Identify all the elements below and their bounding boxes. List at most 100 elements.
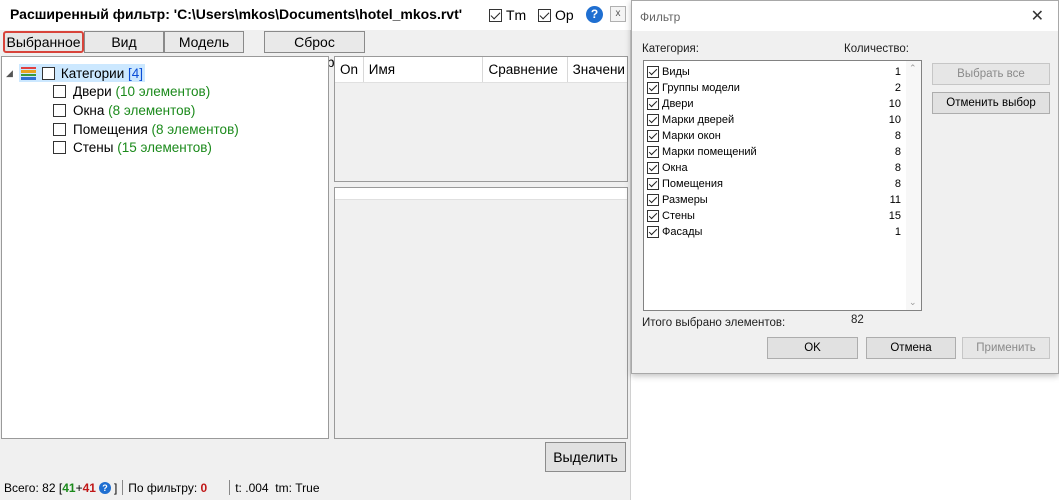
tree-item[interactable]: Помещения (8 элементов) <box>53 120 239 138</box>
list-scrollbar[interactable]: ⌃ ⌄ <box>906 61 921 310</box>
tab-view[interactable]: Вид <box>84 31 164 53</box>
tree-item-label: Помещения <box>73 121 148 137</box>
list-item-count: 8 <box>894 178 901 190</box>
filter-dialog: Фильтр ✕ Категория: Количество: Виды 1 Гр… <box>631 0 1059 374</box>
list-item-checkbox[interactable] <box>647 194 659 206</box>
tm-checkbox[interactable] <box>489 8 502 22</box>
tree-root-highlight[interactable]: Категории [4] <box>18 64 146 82</box>
list-item-count: 15 <box>888 210 901 222</box>
status-separator <box>229 480 231 495</box>
select-all-button[interactable]: Выбрать все <box>932 63 1050 85</box>
collapse-arrow-icon[interactable]: ◢ <box>6 68 13 79</box>
list-item[interactable]: Окна 8 <box>647 160 901 176</box>
list-item[interactable]: Группы модели 2 <box>647 80 901 96</box>
list-item[interactable]: Двери 10 <box>647 96 901 112</box>
ok-button[interactable]: OK <box>767 337 858 359</box>
cancel-button[interactable]: Отмена <box>866 337 956 359</box>
list-item-checkbox[interactable] <box>647 210 659 222</box>
status-time-value: .004 <box>245 480 269 495</box>
list-item-name: Стены <box>662 210 695 222</box>
tree-item-label: Двери <box>73 83 112 99</box>
list-item-checkbox[interactable] <box>647 98 659 110</box>
dialog-close-icon[interactable]: ✕ <box>1031 6 1044 26</box>
count-header: Количество: <box>844 43 909 55</box>
tree-root-checkbox[interactable] <box>41 66 55 80</box>
list-item-checkbox[interactable] <box>647 146 659 158</box>
list-item-checkbox[interactable] <box>647 162 659 174</box>
category-list[interactable]: Виды 1 Группы модели 2 Двери 10 Марки двере… <box>643 60 922 311</box>
tree-item-count: (10 элементов) <box>115 83 211 99</box>
list-item-name: Группы модели <box>662 82 740 94</box>
tree-root[interactable]: ◢ Категории [4] <box>6 64 146 82</box>
status-green-count: 41 <box>62 480 76 495</box>
tree-item-count: (8 элементов) <box>151 121 239 137</box>
tree-item-count: (8 элементов) <box>108 102 196 118</box>
status-filter-label: По фильтру: <box>128 480 198 495</box>
total-selected-value: 82 <box>851 314 864 326</box>
tree-item-checkbox[interactable] <box>53 103 66 117</box>
tree-item-label: Стены <box>73 139 114 155</box>
details-header <box>335 188 627 200</box>
grid-col-name[interactable]: Имя <box>364 57 484 82</box>
list-item[interactable]: Стены 15 <box>647 208 901 224</box>
op-checkbox[interactable] <box>538 8 551 22</box>
list-item-count: 8 <box>894 130 901 142</box>
list-item-checkbox[interactable] <box>647 82 659 94</box>
list-item[interactable]: Марки помещений 8 <box>647 144 901 160</box>
apply-button[interactable]: Применить <box>962 337 1050 359</box>
list-item-checkbox[interactable] <box>647 226 659 238</box>
tm-option[interactable]: Tm <box>489 7 526 23</box>
scroll-down-icon[interactable]: ⌄ <box>909 297 917 308</box>
list-item-checkbox[interactable] <box>647 66 659 78</box>
list-item-checkbox[interactable] <box>647 114 659 126</box>
tree-root-label: Категории <box>60 65 125 81</box>
list-item[interactable]: Марки дверей 10 <box>647 112 901 128</box>
tree-item[interactable]: Окна (8 элементов) <box>53 101 195 119</box>
status-total-label: Всего: <box>4 480 39 495</box>
tab-model[interactable]: Модель <box>164 31 244 53</box>
list-item-name: Марки окон <box>662 130 721 142</box>
category-header: Категория: <box>642 43 699 55</box>
advanced-filter-window: Расширенный фильтр: 'C:\Users\mkos\Docum… <box>0 0 631 500</box>
tree-item-checkbox[interactable] <box>53 140 66 154</box>
details-panel <box>334 187 628 439</box>
tree-item[interactable]: Стены (15 элементов) <box>53 138 212 156</box>
close-icon[interactable]: x <box>610 6 626 22</box>
list-item[interactable]: Фасады 1 <box>647 224 901 240</box>
list-item-count: 11 <box>889 194 901 206</box>
list-item[interactable]: Размеры 11 <box>647 192 901 208</box>
list-item-checkbox[interactable] <box>647 130 659 142</box>
status-help-icon[interactable]: ? <box>98 481 111 494</box>
reset-filter-button[interactable]: Сброс фильтра <box>264 31 365 70</box>
grid-col-on[interactable]: On <box>335 57 364 82</box>
status-tm-label: tm: <box>275 480 292 495</box>
tree-item-checkbox[interactable] <box>53 84 66 98</box>
list-item-name: Марки помещений <box>662 146 757 158</box>
list-item-name: Помещения <box>662 178 723 190</box>
dialog-title: Фильтр <box>640 10 681 24</box>
list-item-name: Марки дверей <box>662 114 735 126</box>
op-option[interactable]: Op <box>538 7 574 23</box>
list-item[interactable]: Помещения 8 <box>647 176 901 192</box>
list-item-name: Окна <box>662 162 688 174</box>
tree-item[interactable]: Двери (10 элементов) <box>53 82 210 100</box>
grid-col-value[interactable]: Значени <box>568 57 627 82</box>
list-item-count: 10 <box>888 98 901 110</box>
tree-item-count: (15 элементов) <box>117 139 212 155</box>
status-separator <box>122 480 124 495</box>
list-item-checkbox[interactable] <box>647 178 659 190</box>
tab-selected[interactable]: Выбранное <box>3 31 84 53</box>
help-icon[interactable]: ? <box>586 6 603 23</box>
list-item[interactable]: Марки окон 8 <box>647 128 901 144</box>
list-item-name: Виды <box>662 66 690 78</box>
select-elements-button[interactable]: Выделить <box>545 442 626 472</box>
list-item[interactable]: Виды 1 <box>647 64 901 80</box>
list-item-count: 1 <box>894 66 901 78</box>
list-item-count: 10 <box>888 114 901 126</box>
deselect-button[interactable]: Отменить выбор <box>932 92 1050 114</box>
list-item-name: Размеры <box>662 194 708 206</box>
grid-col-compare[interactable]: Сравнение <box>483 57 568 82</box>
scroll-up-icon[interactable]: ⌃ <box>909 63 917 74</box>
list-item-name: Двери <box>662 98 694 110</box>
tree-item-checkbox[interactable] <box>53 122 66 136</box>
